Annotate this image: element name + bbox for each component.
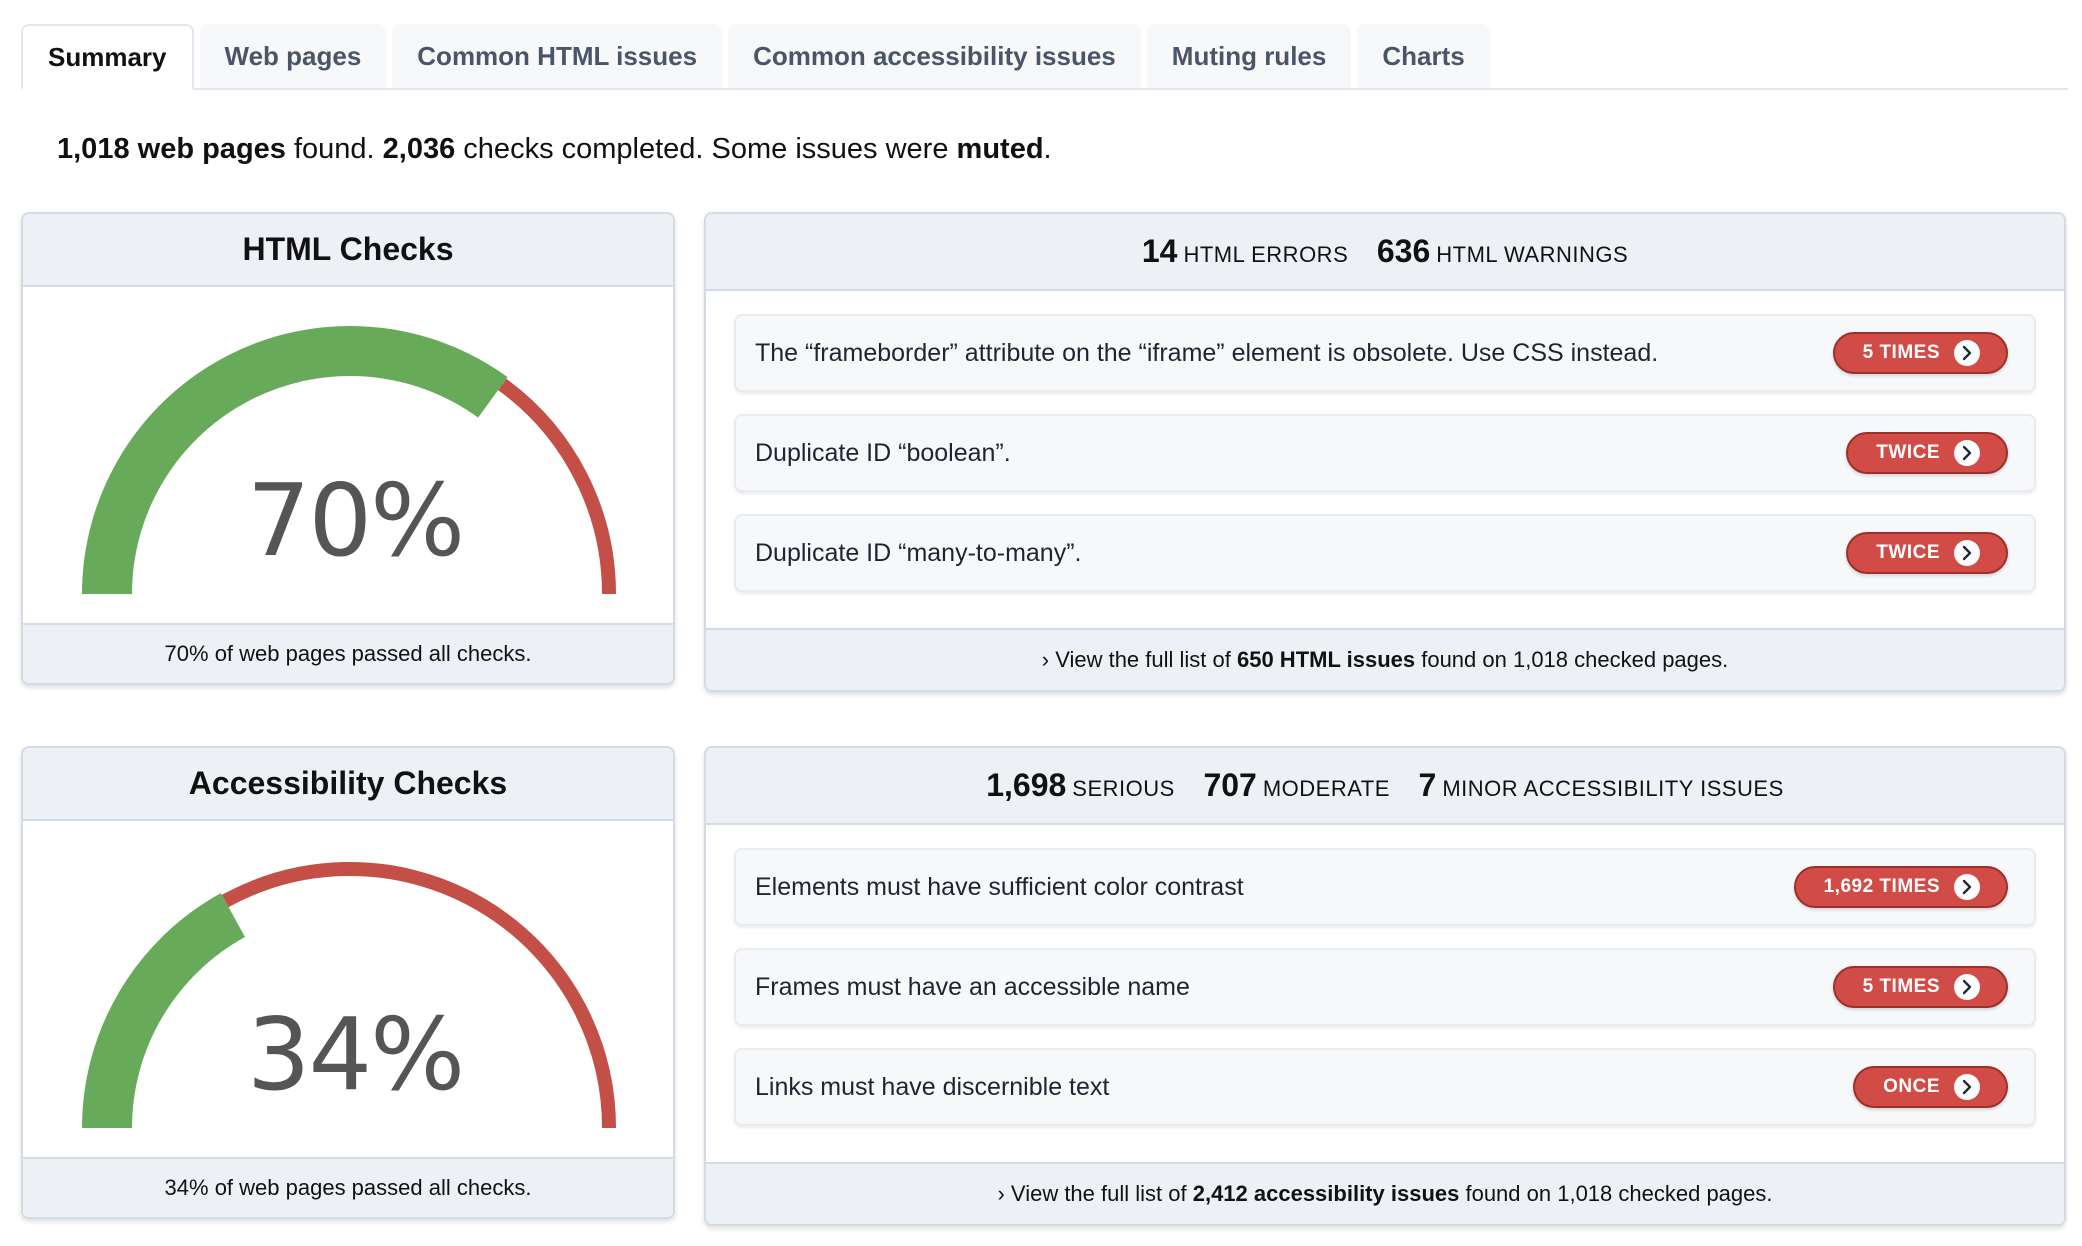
tab-summary[interactable]: Summary (21, 24, 194, 90)
chevron-right-icon (1954, 540, 1980, 566)
badge-label: TWICE (1876, 442, 1940, 463)
a11y-issue-counts: 1,698 SERIOUS 707 MODERATE 7 MINOR ACCESSIB… (986, 767, 1784, 804)
tab-common-accessibility-issues[interactable]: Common accessibility issues (728, 24, 1141, 88)
footer-suffix: found on 1,018 checked pages. (1459, 1181, 1773, 1206)
minor-label: MINOR ACCESSIBILITY ISSUES (1442, 776, 1784, 801)
a11y-gauge: 34% (23, 821, 673, 1161)
issue-text: Duplicate ID “many-to-many”. (755, 538, 1082, 567)
issue-text: Frames must have an accessible name (755, 972, 1190, 1001)
summary-text: 1,018 web pages found. 2,036 checks comp… (57, 133, 1052, 166)
minor-count: 7 (1418, 767, 1437, 803)
occurrence-badge[interactable]: ONCE (1853, 1066, 2008, 1108)
a11y-checks-panel: Accessibility Checks 34% 34% of web page… (21, 746, 675, 1219)
footer-prefix: › View the full list of (997, 1181, 1193, 1206)
view-full-html-issues-link[interactable]: › View the full list of 650 HTML issues … (1042, 647, 1729, 673)
serious-label: SERIOUS (1072, 776, 1175, 801)
footer-bold: 2,412 accessibility issues (1192, 1181, 1460, 1206)
occurrence-badge[interactable]: 5 TIMES (1832, 966, 2008, 1008)
pages-count: 1,018 (57, 133, 130, 165)
footer-bold: 650 HTML issues (1236, 647, 1416, 672)
list-item: Links must have discernible text ONCE (734, 1048, 2036, 1126)
moderate-label: MODERATE (1262, 776, 1390, 801)
html-errors-label: HTML ERRORS (1183, 242, 1349, 267)
chevron-right-icon (1954, 1074, 1980, 1100)
html-issue-list: The “frameborder” attribute on the “ifra… (734, 314, 2036, 614)
list-item: The “frameborder” attribute on the “ifra… (734, 314, 2036, 392)
occurrence-badge[interactable]: 5 TIMES (1832, 332, 2008, 374)
chevron-right-icon (1954, 974, 1980, 1000)
summary-found: found. (285, 133, 383, 165)
issue-text: Elements must have sufficient color cont… (755, 872, 1244, 901)
list-item: Duplicate ID “boolean”. TWICE (734, 414, 2036, 492)
checks-count: 2,036 (382, 133, 456, 165)
html-checks-header: HTML Checks (23, 214, 673, 287)
issue-text: The “frameborder” attribute on the “ifra… (755, 338, 1659, 367)
html-issues-footer: › View the full list of 650 HTML issues … (706, 628, 2064, 690)
a11y-checks-header: Accessibility Checks (23, 748, 673, 821)
issue-text: Links must have discernible text (755, 1072, 1110, 1101)
chevron-right-icon (1954, 340, 1980, 366)
html-warnings-label: HTML WARNINGS (1436, 242, 1629, 267)
list-item: Frames must have an accessible name 5 TI… (734, 948, 2036, 1026)
footer-suffix: found on 1,018 checked pages. (1415, 647, 1729, 672)
tab-web-pages[interactable]: Web pages (199, 24, 387, 88)
list-item: Elements must have sufficient color cont… (734, 848, 2036, 926)
tab-bar: Summary Web pages Common HTML issues Com… (21, 24, 2068, 90)
tab-common-html-issues[interactable]: Common HTML issues (392, 24, 723, 88)
html-issue-counts: 14 HTML ERRORS 636 HTML WARNINGS (1142, 233, 1628, 270)
badge-label: 5 TIMES (1862, 342, 1940, 363)
chevron-right-icon (1954, 874, 1980, 900)
occurrence-badge[interactable]: TWICE (1846, 432, 2008, 474)
tab-charts[interactable]: Charts (1357, 24, 1490, 88)
occurrence-badge[interactable]: TWICE (1846, 532, 2008, 574)
html-gauge-percent: 70% (246, 462, 465, 579)
summary-end: . (1043, 133, 1052, 165)
html-warnings-count: 636 (1376, 233, 1431, 269)
summary-checks-label: checks completed. Some issues were (455, 133, 957, 165)
issue-text: Duplicate ID “boolean”. (755, 438, 1011, 467)
a11y-issues-header: 1,698 SERIOUS 707 MODERATE 7 MINOR ACCESSIB… (706, 748, 2064, 825)
footer-prefix: › View the full list of (1041, 647, 1237, 672)
html-checks-panel: HTML Checks 70% 70% of web pages passed … (21, 212, 675, 685)
a11y-checks-title: Accessibility Checks (188, 765, 508, 801)
occurrence-badge[interactable]: 1,692 TIMES (1793, 866, 2008, 908)
view-full-a11y-issues-link[interactable]: › View the full list of 2,412 accessibil… (997, 1181, 1772, 1207)
badge-label: 1,692 TIMES (1823, 876, 1940, 897)
html-errors-count: 14 (1141, 233, 1178, 269)
a11y-gauge-percent: 34% (246, 996, 465, 1113)
list-item: Duplicate ID “many-to-many”. TWICE (734, 514, 2036, 592)
muted-label: muted (956, 133, 1044, 165)
a11y-issues-panel: 1,698 SERIOUS 707 MODERATE 7 MINOR ACCESSIB… (704, 746, 2066, 1226)
html-issues-header: 14 HTML ERRORS 636 HTML WARNINGS (706, 214, 2064, 291)
badge-label: ONCE (1883, 1076, 1940, 1097)
html-checks-footer: 70% of web pages passed all checks. (23, 623, 673, 683)
badge-label: 5 TIMES (1862, 976, 1940, 997)
a11y-checks-footer: 34% of web pages passed all checks. (23, 1157, 673, 1217)
chevron-right-icon (1954, 440, 1980, 466)
tab-muting-rules[interactable]: Muting rules (1146, 24, 1352, 88)
a11y-issue-list: Elements must have sufficient color cont… (734, 848, 2036, 1148)
serious-count: 1,698 (986, 767, 1067, 803)
badge-label: TWICE (1876, 542, 1940, 563)
a11y-issues-footer: › View the full list of 2,412 accessibil… (706, 1162, 2064, 1224)
html-issues-panel: 14 HTML ERRORS 636 HTML WARNINGS The “fram… (704, 212, 2066, 692)
html-gauge: 70% (23, 287, 673, 627)
moderate-count: 707 (1203, 767, 1257, 803)
pages-label: web pages (137, 133, 286, 165)
html-checks-title: HTML Checks (242, 231, 454, 267)
